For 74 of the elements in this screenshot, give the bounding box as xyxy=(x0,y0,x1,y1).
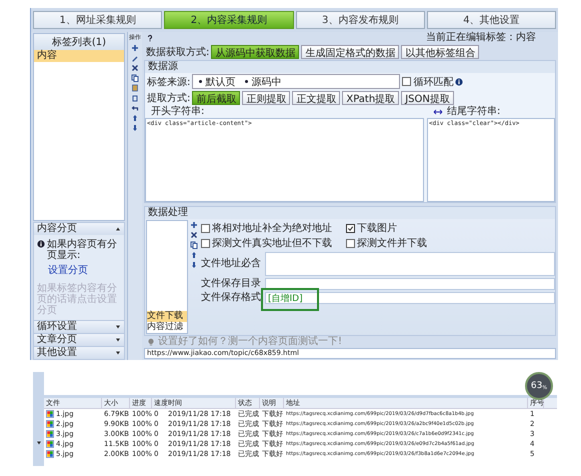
field-label: 标签来源: xyxy=(147,76,190,88)
extract-method-tab[interactable]: 正文提取 xyxy=(292,91,340,105)
lightbulb-icon xyxy=(147,338,155,346)
delete-icon[interactable] xyxy=(190,231,198,239)
undo-icon[interactable] xyxy=(131,104,139,112)
checkbox-label: 下载图片 xyxy=(357,222,397,235)
step-tab[interactable]: 1、网址采集规则 xyxy=(33,11,162,29)
processing-item[interactable]: 内容过滤 xyxy=(147,322,187,333)
swap-icon[interactable] xyxy=(433,109,443,115)
editing-status: 当前正在编辑标签：内容 xyxy=(426,32,536,44)
checkbox[interactable] xyxy=(201,224,210,232)
expand-icon[interactable] xyxy=(115,350,121,356)
copy-icon[interactable] xyxy=(190,241,198,249)
checkbox[interactable] xyxy=(402,77,412,86)
step-tab[interactable]: 3、内容发布规则 xyxy=(296,11,425,29)
group-title: 数据源 xyxy=(145,61,555,73)
source-item: 默认页 xyxy=(205,76,236,88)
section-title: 内容分页 xyxy=(37,223,77,235)
expand-icon[interactable] xyxy=(36,440,42,446)
add-icon[interactable] xyxy=(131,44,139,52)
setup-link[interactable]: 设置分页 xyxy=(34,263,124,277)
step-tab[interactable]: 4、其他设置 xyxy=(426,11,556,29)
up-arrow-icon[interactable] xyxy=(190,251,198,259)
bullet-icon xyxy=(245,80,248,83)
delete-icon[interactable] xyxy=(131,64,139,72)
hint-text: 如果标签内容有分页的话请点击设置分页 xyxy=(36,282,118,316)
input-field[interactable] xyxy=(265,252,555,276)
bullet-icon xyxy=(199,80,202,83)
up-arrow-icon[interactable] xyxy=(131,114,139,122)
test-hint: 设置好了如何？测一个内容页面测试一下! xyxy=(158,336,342,348)
extract-method-tab[interactable]: XPath提取 xyxy=(342,91,400,105)
processing-item[interactable]: 文件下载 xyxy=(147,311,187,322)
copy-icon[interactable] xyxy=(131,74,139,82)
panel-header: 标签列表(1) xyxy=(34,34,124,50)
expand-icon[interactable] xyxy=(115,337,121,343)
info-icon[interactable] xyxy=(455,78,464,86)
paste-icon[interactable] xyxy=(131,84,139,92)
input-field[interactable] xyxy=(265,278,555,290)
down-arrow-icon[interactable] xyxy=(190,261,198,269)
extract-method-tab[interactable]: 前后截取 xyxy=(192,91,240,105)
info-icon xyxy=(37,240,45,248)
source-item: 源码中 xyxy=(251,76,282,88)
step-tab[interactable]: 2、内容采集规则 xyxy=(164,11,294,29)
checkbox[interactable] xyxy=(201,238,210,248)
field-label: 文件保存格式 xyxy=(201,292,262,304)
input-field[interactable]: [自增ID] xyxy=(265,292,555,304)
checkbox-label: 探测文件并下载 xyxy=(357,236,427,250)
info-text: 如果内容页有分页显示: xyxy=(47,239,118,261)
tag-item[interactable]: 内容 xyxy=(34,50,124,62)
mode-button[interactable]: 以其他标签组合 xyxy=(401,45,480,59)
source-field[interactable]: 默认页 源码中 xyxy=(192,74,400,89)
add-icon[interactable] xyxy=(190,221,198,229)
checkbox[interactable] xyxy=(346,224,355,232)
mode-button[interactable]: 生成固定格式的数据 xyxy=(301,45,400,59)
edit-icon[interactable] xyxy=(131,54,139,62)
extract-method-tab[interactable]: JSON提取 xyxy=(401,91,454,105)
checkbox-label: 将相对地址补全为绝对地址 xyxy=(212,222,332,235)
checkbox-label: 探测文件真实地址但不下载 xyxy=(212,236,332,250)
field-label: 提取方式: xyxy=(147,92,190,105)
field-label: 开头字符串: xyxy=(150,106,206,118)
field-label: 文件地址必含 xyxy=(201,258,262,270)
group-title: 数据处理 xyxy=(145,207,555,219)
down-arrow-icon[interactable] xyxy=(131,124,139,132)
field-label: 数据获取方式: xyxy=(146,46,210,59)
field-label: 文件保存目录 xyxy=(201,278,262,290)
mode-button[interactable]: 从源码中获取数据 xyxy=(211,45,300,59)
collapse-icon[interactable] xyxy=(115,226,121,232)
checkbox-label: 循环匹配 xyxy=(413,76,454,88)
extract-method-tab[interactable]: 正则提取 xyxy=(242,91,290,105)
expand-icon[interactable] xyxy=(115,324,121,330)
help-icon[interactable] xyxy=(146,34,154,42)
field-value: [自增ID] xyxy=(267,292,303,304)
field-label: 结尾字符串: xyxy=(447,106,500,118)
checkbox[interactable] xyxy=(346,238,355,248)
